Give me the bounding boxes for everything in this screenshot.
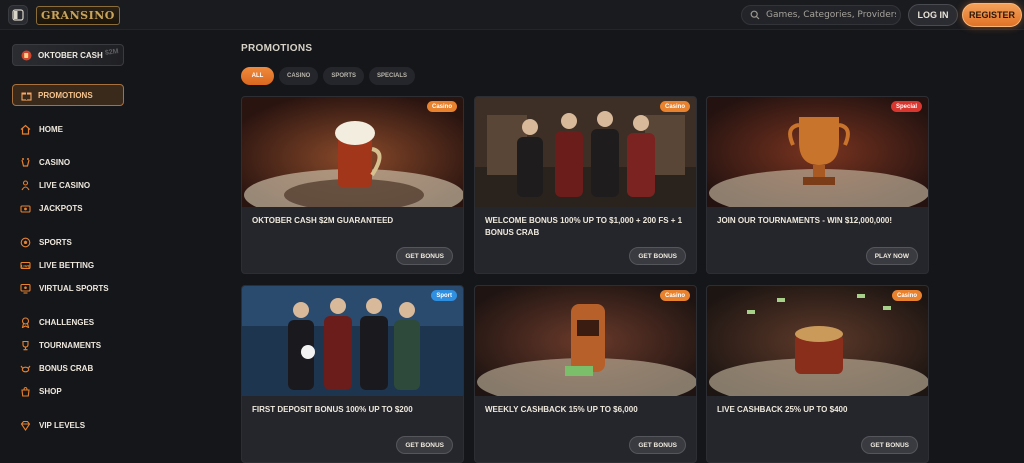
tournaments-icon <box>20 340 31 351</box>
bonus-crab-icon <box>20 363 31 374</box>
home-icon <box>20 124 31 135</box>
page-title: PROMOTIONS <box>241 43 313 54</box>
sidebar-item-label: TOURNAMENTS <box>39 340 102 350</box>
sidebar-item-label: LIVE BETTING <box>39 260 95 270</box>
sidebar-item-tournaments[interactable]: TOURNAMENTS <box>20 338 101 352</box>
get-bonus-button[interactable]: GET BONUS <box>396 247 453 265</box>
sidebar-toggle-button[interactable] <box>8 5 28 25</box>
sidebar-item-bonus-crab[interactable]: BONUS CRAB <box>20 361 93 375</box>
search-bar[interactable] <box>741 5 901 25</box>
sidebar-item-label: VIP LEVELS <box>39 420 86 430</box>
sidebar-item-challenges[interactable]: CHALLENGES <box>20 315 94 329</box>
search-icon <box>750 10 760 20</box>
register-button[interactable]: REGISTER <box>962 3 1022 27</box>
sidebar-item-label: CASINO <box>39 157 71 167</box>
logo[interactable]: GRANSINO <box>36 4 120 26</box>
sidebar-item-label: CHALLENGES <box>39 317 95 327</box>
sidebar-item-label: JACKPOTS <box>39 203 83 213</box>
promo-card-first-deposit[interactable]: Sport FIRST DEPOSIT BONUS 100% UP TO $20… <box>241 285 464 463</box>
sports-icon <box>20 237 31 248</box>
search-input[interactable] <box>766 10 896 20</box>
sidebar-oktober-label: OKTOBER CASH <box>38 50 103 60</box>
promo-card-live-cashback[interactable]: Casino LIVE CASHBACK 25% UP TO $400 GET … <box>706 285 929 463</box>
category-badge: Casino <box>891 290 922 301</box>
challenges-icon <box>20 316 31 328</box>
sidebar-item-label: SPORTS <box>39 237 72 247</box>
promo-title: LIVE CASHBACK 25% UP TO $400 <box>717 405 848 414</box>
sidebar-item-jackpots[interactable]: JACKPOTS <box>20 201 83 215</box>
category-badge: Special <box>890 101 922 112</box>
vip-levels-icon <box>20 420 31 431</box>
svg-text:LIVE: LIVE <box>21 264 30 268</box>
filter-all[interactable]: ALL <box>241 67 274 85</box>
play-now-button[interactable]: PLAY NOW <box>865 247 918 265</box>
top-bar: GRANSINO LOG IN REGISTER <box>0 0 1024 30</box>
beer-icon <box>21 50 32 61</box>
promo-filter-tabs: ALL CASINO SPORTS SPECIALS <box>241 67 416 85</box>
promo-card-weekly-cashback[interactable]: Casino WEEKLY CASHBACK 15% UP TO $6,000 … <box>474 285 697 463</box>
sidebar-item-label: SHOP <box>39 386 62 396</box>
sidebar-item-live-casino[interactable]: LIVE CASINO <box>20 178 90 192</box>
promo-title: JOIN OUR TOURNAMENTS - WIN $12,000,000! <box>717 216 893 225</box>
sidebar-promotions-label: PROMOTIONS <box>38 90 93 100</box>
filter-specials[interactable]: SPECIALS <box>369 67 416 85</box>
category-badge: Casino <box>659 101 690 112</box>
promo-card-welcome-bonus[interactable]: Casino WELCOME BONUS 100% UP TO $1,000 +… <box>474 96 697 274</box>
sidebar-item-label: BONUS CRAB <box>39 363 94 373</box>
live-betting-icon: LIVE <box>20 260 31 271</box>
promo-title: WEEKLY CASHBACK 15% UP TO $6,000 <box>485 405 638 414</box>
sidebar-oktober-tag: $2M <box>104 48 120 57</box>
sidebar-item-vip-levels[interactable]: VIP LEVELS <box>20 418 85 432</box>
promo-title: FIRST DEPOSIT BONUS 100% UP TO $200 <box>252 405 413 414</box>
sidebar: OKTOBER CASH $2M PROMOTIONS HOME CASINO … <box>0 31 136 456</box>
sidebar-item-promotions[interactable]: PROMOTIONS <box>12 84 124 106</box>
sidebar-oktober-cash[interactable]: OKTOBER CASH $2M <box>12 44 124 66</box>
sidebar-item-label: VIRTUAL SPORTS <box>39 283 109 293</box>
get-bonus-button[interactable]: GET BONUS <box>629 436 686 454</box>
shop-icon <box>20 386 31 397</box>
get-bonus-button[interactable]: GET BONUS <box>396 436 453 454</box>
promo-image-characters-room <box>475 97 696 207</box>
casino-icon <box>20 157 31 168</box>
gift-icon <box>21 90 32 101</box>
logo-text: GRANSINO <box>36 5 120 25</box>
get-bonus-button[interactable]: GET BONUS <box>629 247 686 265</box>
sidebar-item-shop[interactable]: SHOP <box>20 384 62 398</box>
promo-card-oktober-cash[interactable]: Casino OKTOBER CASH $2M GUARANTEED GET B… <box>241 96 464 274</box>
promo-title: OKTOBER CASH $2M GUARANTEED <box>252 216 394 225</box>
category-badge: Casino <box>426 101 457 112</box>
sidebar-toggle-icon <box>12 9 24 21</box>
login-button[interactable]: LOG IN <box>908 4 958 26</box>
promo-image-characters-stadium <box>242 286 463 396</box>
sidebar-item-home[interactable]: HOME <box>20 122 63 136</box>
promo-image-slot-machine <box>475 286 696 396</box>
sidebar-item-label: LIVE CASINO <box>39 180 91 190</box>
get-bonus-button[interactable]: GET BONUS <box>861 436 918 454</box>
sidebar-item-sports[interactable]: SPORTS <box>20 235 72 249</box>
promo-card-tournaments[interactable]: Special JOIN OUR TOURNAMENTS - WIN $12,0… <box>706 96 929 274</box>
sidebar-item-casino[interactable]: CASINO <box>20 155 70 169</box>
filter-sports[interactable]: SPORTS <box>323 67 365 85</box>
category-badge: Sport <box>431 290 457 301</box>
jackpots-icon <box>20 203 31 214</box>
sidebar-item-virtual-sports[interactable]: VIRTUAL SPORTS <box>20 281 109 295</box>
sidebar-item-label: HOME <box>39 124 63 134</box>
promo-image-money-barrel <box>707 286 928 396</box>
promo-title: WELCOME BONUS 100% UP TO $1,000 + 200 FS… <box>485 216 683 237</box>
live-casino-icon <box>20 179 31 191</box>
sidebar-item-live-betting[interactable]: LIVE LIVE BETTING <box>20 258 94 272</box>
virtual-sports-icon <box>20 283 31 294</box>
promo-image-trophy <box>707 97 928 207</box>
promo-image-beer-mug <box>242 97 463 207</box>
category-badge: Casino <box>659 290 690 301</box>
filter-casino[interactable]: CASINO <box>279 67 319 85</box>
